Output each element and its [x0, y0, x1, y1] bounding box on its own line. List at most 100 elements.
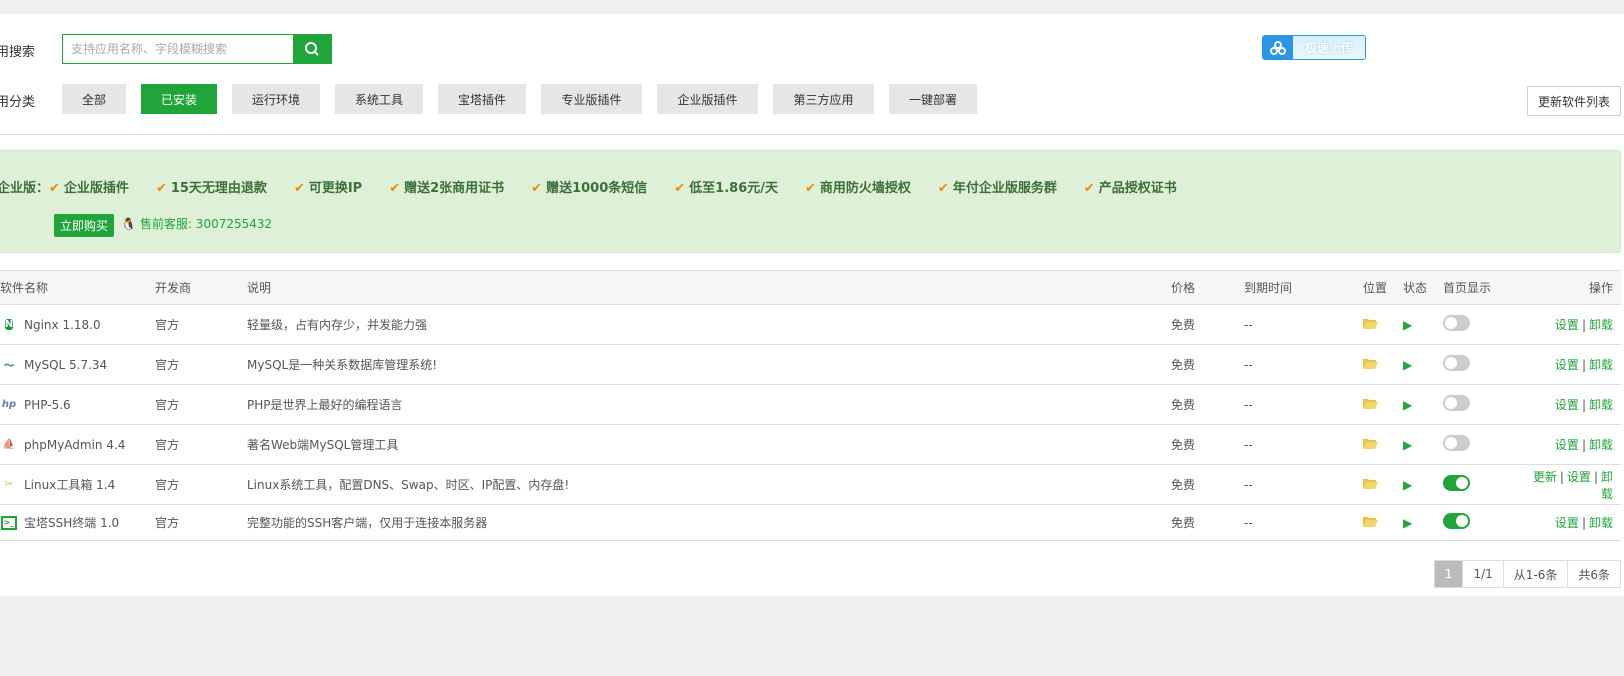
table-row: ⛵ phpMyAdmin 4.4 官方 著名Web端MySQL管理工具 免费 --…: [0, 424, 1621, 465]
software-name[interactable]: Nginx 1.18.0: [24, 318, 101, 332]
tab-third-party[interactable]: 第三方应用: [773, 84, 874, 114]
software-name[interactable]: phpMyAdmin 4.4: [24, 438, 125, 452]
vendor: 官方: [155, 304, 247, 345]
homepage-toggle[interactable]: [1443, 315, 1470, 331]
check-icon: ✔: [389, 181, 401, 196]
separator: |: [1559, 469, 1564, 484]
homepage-toggle[interactable]: [1443, 475, 1470, 491]
action-1[interactable]: 卸载: [1589, 398, 1613, 412]
action-0[interactable]: 设置: [1555, 318, 1579, 332]
action-2[interactable]: 卸载: [1601, 470, 1613, 501]
feature: 企业版插件: [63, 181, 129, 196]
check-icon: ✔: [674, 181, 686, 196]
check-icon: ✔: [1083, 181, 1095, 196]
description: PHP是世界上最好的编程语言: [247, 384, 1171, 425]
description: MySQL是一种关系数据库管理系统!: [247, 344, 1171, 385]
expire-time: --: [1244, 464, 1363, 505]
presale-service[interactable]: 🐧 售前客服: 3007255432: [121, 215, 272, 232]
page-range: 从1-6条: [1502, 561, 1568, 587]
table-row: N Nginx 1.18.0 官方 轻量级，占有内存少，并发能力强 免费 -- ▶…: [0, 304, 1621, 345]
vendor: 官方: [155, 424, 247, 465]
col-actions: 操作: [1523, 270, 1621, 305]
pagination: 1 1/1 从1-6条 共6条: [1433, 560, 1621, 588]
feature: 赠送2张商用证书: [404, 181, 505, 196]
action-0[interactable]: 更新: [1533, 470, 1557, 484]
col-expire: 到期时间: [1244, 270, 1363, 305]
software-name[interactable]: Linux工具箱 1.4: [24, 476, 115, 493]
col-name: 软件名称: [0, 270, 155, 305]
cloud-icon: [1270, 40, 1286, 55]
homepage-toggle[interactable]: [1443, 355, 1470, 371]
search-input[interactable]: [63, 35, 293, 63]
upload-button[interactable]: 极速上传: [1262, 35, 1366, 60]
feature: 低至1.86元/天: [689, 181, 778, 196]
play-icon[interactable]: ▶: [1403, 318, 1412, 332]
separator: |: [1581, 398, 1586, 412]
search-button[interactable]: [293, 35, 331, 63]
tab-bt-plugins[interactable]: 宝塔插件: [438, 84, 526, 114]
category-tabs: 全部 已安装 运行环境 系统工具 宝塔插件 专业版插件 企业版插件 第三方应用 …: [62, 84, 992, 114]
software-name[interactable]: MySQL 5.7.34: [24, 358, 107, 372]
divider: [0, 134, 1624, 135]
feature: 赠送1000条短信: [546, 181, 648, 196]
separator: |: [1581, 516, 1586, 530]
folder-icon[interactable]: [1363, 516, 1378, 527]
table-header: 软件名称 开发商 说明 价格 到期时间 位置 状态 首页显示 操作: [0, 270, 1621, 305]
tab-installed[interactable]: 已安装: [141, 84, 217, 114]
folder-icon[interactable]: [1363, 398, 1378, 409]
play-icon[interactable]: ▶: [1403, 478, 1412, 492]
tab-pro-plugins[interactable]: 专业版插件: [541, 84, 642, 114]
buy-now-button[interactable]: 立即购买: [54, 214, 115, 237]
refresh-list-button[interactable]: 更新软件列表: [1527, 86, 1621, 116]
search-label: 用搜索: [0, 45, 36, 60]
separator: |: [1581, 358, 1586, 372]
folder-icon[interactable]: [1363, 358, 1378, 369]
action-1[interactable]: 卸载: [1589, 318, 1613, 332]
price: 免费: [1171, 424, 1244, 465]
category-label: 用分类: [0, 95, 36, 110]
folder-icon[interactable]: [1363, 478, 1378, 489]
action-0[interactable]: 设置: [1555, 358, 1579, 372]
action-1[interactable]: 卸载: [1589, 438, 1613, 452]
tab-system-tools[interactable]: 系统工具: [335, 84, 423, 114]
page-current[interactable]: 1: [1434, 561, 1463, 587]
tab-all[interactable]: 全部: [62, 84, 126, 114]
vendor: 官方: [155, 464, 247, 505]
table-row: >_ 宝塔SSH终端 1.0 官方 完整功能的SSH客户端，仅用于连接本服务器 免…: [0, 504, 1621, 541]
tab-runtime[interactable]: 运行环境: [232, 84, 320, 114]
action-0[interactable]: 设置: [1555, 398, 1579, 412]
homepage-toggle[interactable]: [1443, 395, 1470, 411]
vendor: 官方: [155, 504, 247, 541]
check-icon: ✔: [155, 181, 167, 196]
action-0[interactable]: 设置: [1555, 516, 1579, 530]
table-row: 〜 MySQL 5.7.34 官方 MySQL是一种关系数据库管理系统! 免费 -…: [0, 344, 1621, 385]
feature: 可更换IP: [308, 181, 363, 196]
action-1[interactable]: 卸载: [1589, 516, 1613, 530]
table-row: ✂ Linux工具箱 1.4 官方 Linux系统工具，配置DNS、Swap、时区…: [0, 464, 1621, 505]
homepage-toggle[interactable]: [1443, 513, 1470, 529]
folder-icon[interactable]: [1363, 438, 1378, 449]
software-name[interactable]: PHP-5.6: [24, 398, 71, 412]
action-1[interactable]: 卸载: [1589, 358, 1613, 372]
play-icon[interactable]: ▶: [1403, 438, 1412, 452]
action-1[interactable]: 设置: [1567, 470, 1591, 484]
description: 著名Web端MySQL管理工具: [247, 424, 1171, 465]
tab-one-click-deploy[interactable]: 一键部署: [889, 84, 977, 114]
qq-icon: 🐧: [121, 216, 136, 231]
description: 轻量级，占有内存少，并发能力强: [247, 304, 1171, 345]
homepage-toggle[interactable]: [1443, 435, 1470, 451]
separator: |: [1581, 318, 1586, 332]
tab-enterprise-plugins[interactable]: 企业版插件: [657, 84, 758, 114]
feature-list: 企业版： ✔ 企业版插件 ✔ 15天无理由退款 ✔ 可更换IP ✔ 赠送2张商用证书 ✔…: [0, 177, 1204, 196]
play-icon[interactable]: ▶: [1403, 398, 1412, 412]
nginx-icon: N: [4, 319, 14, 330]
play-icon[interactable]: ▶: [1403, 516, 1412, 530]
software-panel: 用搜索 极速上传 用分类 全部 已安装 运行环境 系统工具 宝塔插件 专业版插件…: [0, 14, 1624, 596]
feature: 产品授权证书: [1098, 181, 1177, 196]
expire-time: --: [1244, 344, 1363, 385]
play-icon[interactable]: ▶: [1403, 358, 1412, 372]
action-0[interactable]: 设置: [1555, 438, 1579, 452]
folder-icon[interactable]: [1363, 318, 1378, 329]
col-homepage: 首页显示: [1443, 270, 1523, 305]
software-name[interactable]: 宝塔SSH终端 1.0: [24, 514, 119, 531]
